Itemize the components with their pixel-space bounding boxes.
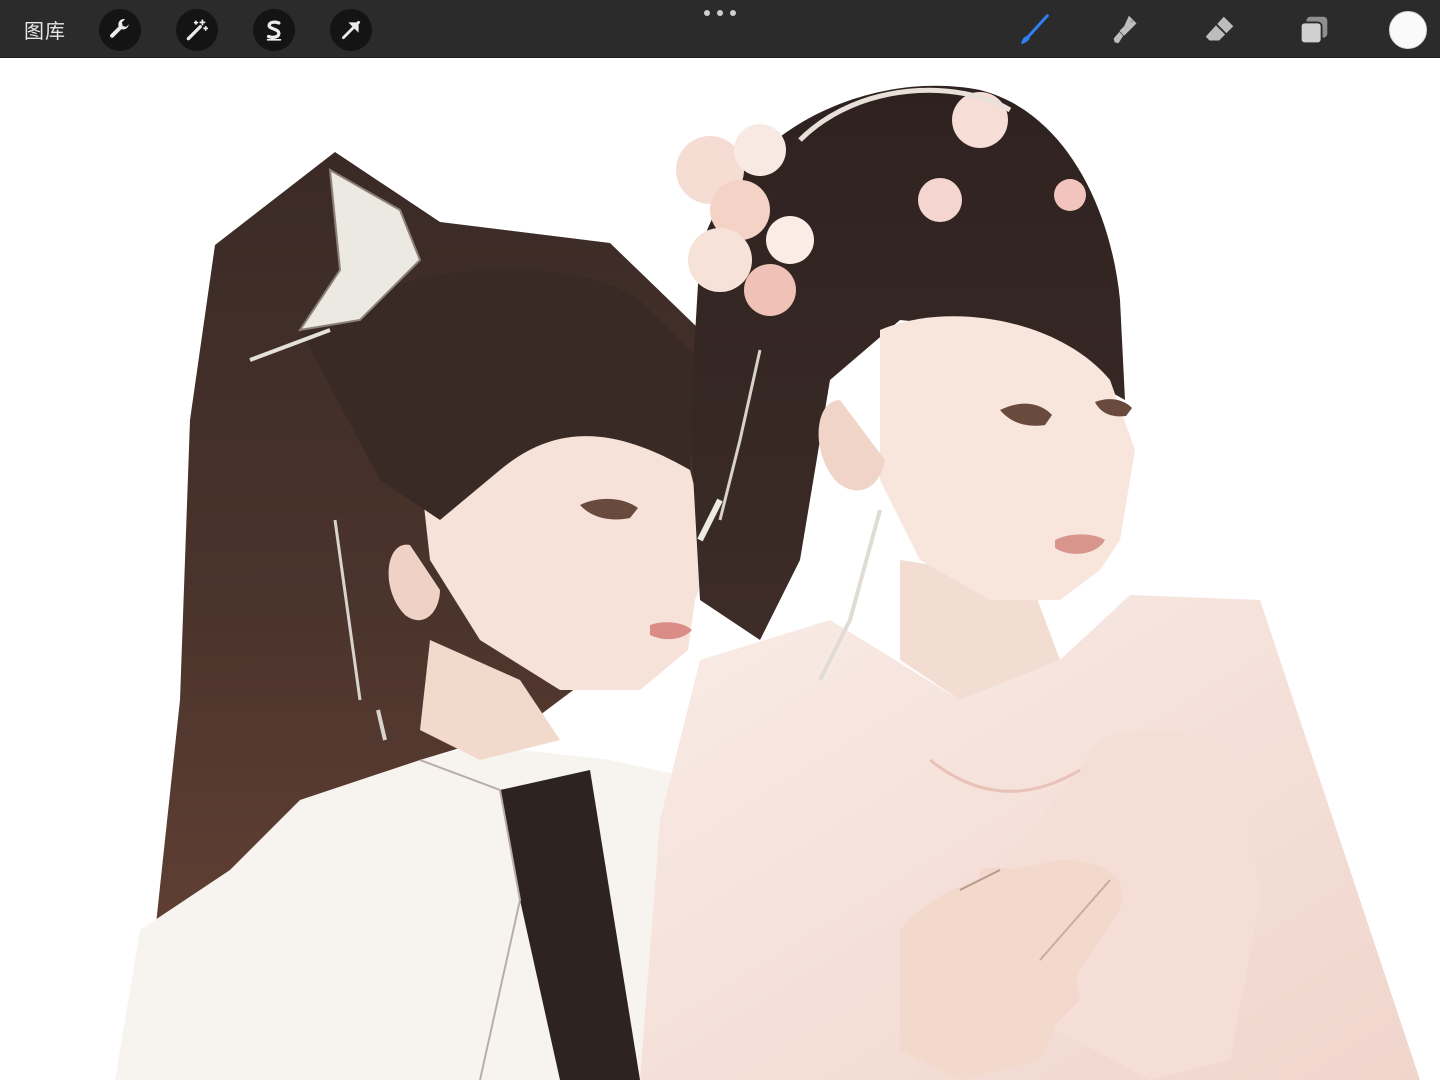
eraser-icon	[1205, 16, 1234, 41]
drawing-canvas[interactable]	[0, 58, 1440, 1080]
smudge-tool-button[interactable]	[1107, 10, 1147, 50]
paint-tool-button[interactable]	[1014, 10, 1054, 50]
magic-wand-icon	[186, 19, 209, 41]
wrench-icon	[110, 19, 130, 38]
actions-button[interactable]	[99, 9, 141, 51]
gallery-button[interactable]: 图库	[24, 15, 66, 44]
adjustments-button[interactable]	[176, 9, 218, 51]
top-toolbar: 图库	[0, 0, 1440, 58]
eraser-tool-button[interactable]	[1200, 10, 1240, 50]
illustration-two-figures	[115, 85, 1420, 1080]
transform-button[interactable]	[330, 9, 372, 51]
smudge-icon	[1113, 15, 1137, 44]
layers-icon	[1299, 16, 1328, 45]
arrow-cursor-icon	[342, 21, 360, 39]
more-dots-icon[interactable]	[704, 6, 736, 20]
brush-icon	[1021, 14, 1049, 45]
layers-button[interactable]	[1294, 10, 1334, 50]
selection-s-icon	[266, 20, 282, 41]
selection-button[interactable]	[253, 9, 295, 51]
color-swatch-button[interactable]	[1389, 11, 1427, 49]
